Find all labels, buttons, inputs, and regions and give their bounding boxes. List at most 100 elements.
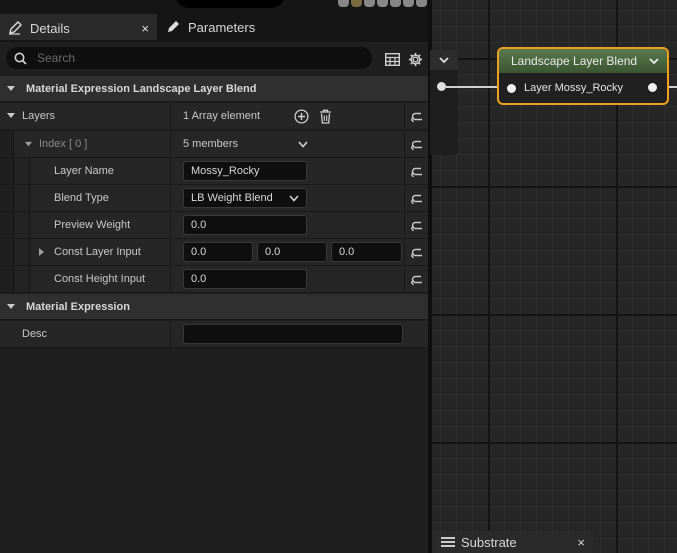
reset-arrow-icon [410,194,422,204]
column-splitter[interactable] [170,103,171,129]
property-row-layers: Layers 1 Array element [0,103,428,130]
viewport-button[interactable] [403,0,414,7]
desc-field[interactable] [183,324,403,344]
search-input[interactable]: Search [6,47,372,69]
viewport-button[interactable] [338,0,349,7]
viewport-button[interactable] [416,0,427,7]
previous-node-output-pin[interactable] [437,82,446,91]
const-layer-input-z-field[interactable]: 0.0 [331,242,402,262]
chevron-down-icon [298,140,308,148]
reset-to-default-button[interactable] [404,212,428,238]
column-splitter[interactable] [170,185,171,211]
add-element-icon[interactable] [294,108,309,124]
pencil-icon [9,21,22,35]
property-label: Const Layer Input [54,246,141,258]
chevron-down-icon[interactable] [6,112,16,120]
reset-to-default-button[interactable] [404,158,428,184]
reset-to-default-button[interactable] [404,131,428,157]
viewport-button[interactable] [351,0,362,7]
viewport-button[interactable] [377,0,388,7]
reset-to-default-button[interactable] [404,266,428,292]
pencil-icon [168,21,179,32]
indent-guide [0,212,14,238]
previous-node[interactable] [430,50,458,155]
property-label: Const Height Input [54,273,146,285]
close-icon[interactable]: × [577,535,585,550]
preview-sphere [175,0,285,8]
tab-label: Details [30,20,70,36]
members-dropdown[interactable]: 5 members [183,131,308,157]
preview-weight-field[interactable]: 0.0 [183,215,307,235]
tab-details[interactable]: Details × [0,14,157,40]
tab-parameters[interactable]: Parameters [160,14,280,40]
reset-to-default-button[interactable] [404,103,428,129]
indent-guide [14,212,30,238]
node-title: Landscape Layer Blend [511,54,638,68]
indent-guide [0,131,14,157]
indent-guide [0,266,14,292]
search-placeholder: Search [37,51,76,65]
tab-bar: Details × Parameters [0,8,428,42]
property-row-preview-weight: Preview Weight 0.0 [0,212,428,239]
category-material-expression[interactable]: Material Expression [0,294,428,320]
tab-substrate[interactable]: Substrate × [433,531,593,553]
property-row-const-layer-input: Const Layer Input 0.0 0.0 0.0 [0,239,428,266]
column-splitter[interactable] [170,239,171,265]
reset-to-default-button[interactable] [404,239,428,265]
node-header[interactable]: Landscape Layer Blend [499,49,667,73]
search-row: Search [0,42,428,74]
property-label: Desc [22,328,48,340]
viewport-button[interactable] [364,0,375,7]
viewport-strip [0,0,428,8]
reset-arrow-icon [410,140,422,150]
property-label: Blend Type [54,192,109,204]
node-pin-label: Layer Mossy_Rocky [524,82,624,94]
const-height-input-field[interactable]: 0.0 [183,269,307,289]
indent-guide [14,158,30,184]
array-count: 1 Array element [183,110,261,122]
trash-icon[interactable] [319,109,332,124]
indent-guide [0,158,14,184]
property-label: Layer Name [54,165,114,177]
chevron-down-icon [439,57,449,64]
chevron-right-icon[interactable] [38,247,46,257]
chevron-down-icon[interactable] [649,57,659,65]
reset-to-default-button[interactable] [404,185,428,211]
landscape-layer-blend-node[interactable]: Landscape Layer Blend Layer Mossy_Rocky [497,47,669,105]
property-row-blend-type: Blend Type LB Weight Blend [0,185,428,212]
node-output-pin[interactable] [648,83,657,92]
column-splitter[interactable] [170,321,171,347]
reset-arrow-icon [410,112,422,122]
reset-arrow-icon [410,167,422,177]
members-count: 5 members [183,138,239,150]
viewport-button[interactable] [390,0,401,7]
column-splitter[interactable] [170,212,171,238]
property-label: Preview Weight [54,219,131,231]
chevron-down-icon[interactable] [24,141,33,148]
indent-guide [14,239,30,265]
column-splitter[interactable] [170,158,171,184]
property-label: Index [ 0 ] [39,138,88,150]
search-icon [14,52,27,65]
chevron-down-icon [7,85,15,91]
chevron-down-icon [7,303,15,309]
layer-name-field[interactable]: Mossy_Rocky [183,161,307,181]
close-icon[interactable]: × [141,21,149,36]
list-icon [441,537,455,547]
property-row-index: Index [ 0 ] 5 members [0,131,428,158]
previous-node-collapse[interactable] [430,50,458,70]
category-landscape-layer-blend[interactable]: Material Expression Landscape Layer Blen… [0,76,428,102]
node-input-pin[interactable] [507,83,516,93]
blend-type-dropdown[interactable]: LB Weight Blend [183,188,307,208]
settings-button[interactable] [407,51,423,67]
table-view-button[interactable] [384,51,400,67]
gear-icon [408,52,422,66]
tab-label: Substrate [461,534,517,550]
blend-type-value: LB Weight Blend [191,192,273,204]
const-layer-input-x-field[interactable]: 0.0 [183,242,253,262]
column-splitter[interactable] [170,131,171,157]
property-label: Layers [22,110,56,122]
indent-guide [0,185,14,211]
const-layer-input-y-field[interactable]: 0.0 [257,242,327,262]
column-splitter[interactable] [170,266,171,292]
